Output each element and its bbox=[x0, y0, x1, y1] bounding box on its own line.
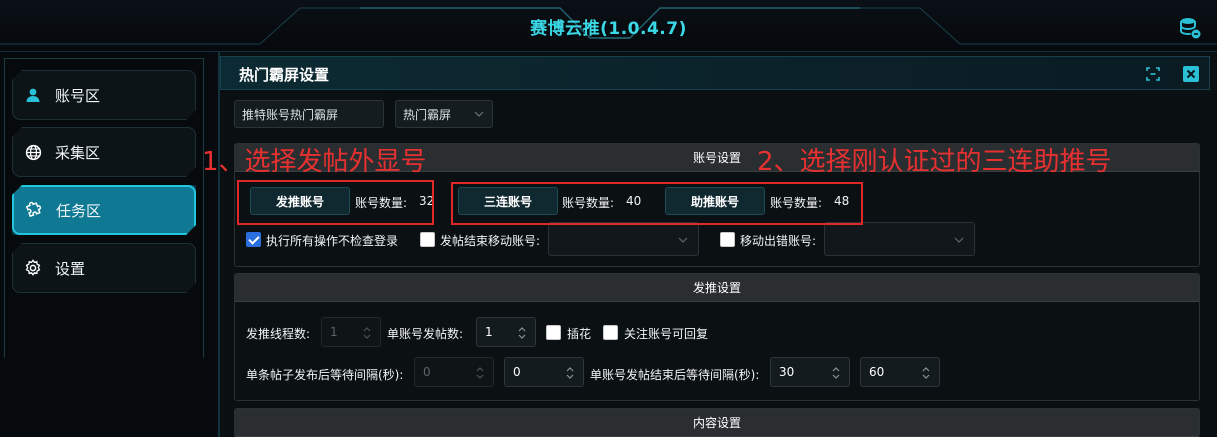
sidebar-item-label: 账号区 bbox=[55, 86, 101, 105]
panel-header: 热门霸屏设置 bbox=[220, 56, 1210, 90]
app-title: 赛博云推(1.0.4.7) bbox=[530, 19, 687, 39]
post-wait-min-value: 0 bbox=[423, 365, 431, 379]
annotation-box-post-account bbox=[237, 180, 434, 225]
close-icon[interactable] bbox=[1183, 66, 1199, 82]
post-settings-header: 发推设置 bbox=[235, 274, 1199, 302]
move-after-post-checkbox[interactable] bbox=[420, 232, 435, 247]
post-wait-min-stepper[interactable]: 0 bbox=[414, 357, 494, 387]
task-type-select[interactable]: 热门霸屏 bbox=[395, 100, 493, 128]
database-icon[interactable] bbox=[1178, 16, 1202, 40]
move-after-post-select[interactable] bbox=[548, 222, 699, 256]
posts-per-account-value: 1 bbox=[485, 325, 493, 339]
stepper-arrows-icon bbox=[518, 327, 526, 339]
threads-stepper[interactable]: 1 bbox=[321, 317, 381, 347]
flower-checkbox[interactable] bbox=[546, 325, 561, 340]
panel-title: 热门霸屏设置 bbox=[239, 66, 330, 84]
task-name-field[interactable]: 推特账号热门霸屏 bbox=[234, 100, 384, 128]
account-wait-min-stepper[interactable]: 30 bbox=[770, 357, 850, 387]
sidebar-item-label: 任务区 bbox=[56, 201, 102, 220]
reply-follow-label: 关注账号可回复 bbox=[624, 327, 709, 341]
globe-icon bbox=[23, 142, 43, 162]
sidebar-item-tasks[interactable]: 任务区 bbox=[12, 185, 196, 235]
annotation-note-2: 2、选择刚认证过的三连助推号 bbox=[757, 147, 1112, 177]
move-after-post-label: 发帖结束移动账号: bbox=[440, 234, 541, 248]
move-error-select[interactable] bbox=[824, 222, 975, 256]
gear-icon bbox=[23, 258, 43, 278]
sidebar-item-accounts[interactable]: 账号区 bbox=[12, 70, 196, 120]
threads-label: 发推线程数: bbox=[246, 327, 311, 341]
sidebar-item-collect[interactable]: 采集区 bbox=[12, 127, 196, 177]
reply-follow-checkbox[interactable] bbox=[603, 325, 618, 340]
restore-icon[interactable] bbox=[1145, 66, 1161, 82]
task-name-value: 推特账号热门霸屏 bbox=[242, 107, 339, 122]
stepper-arrows-icon bbox=[922, 367, 930, 379]
account-wait-max-value: 60 bbox=[869, 365, 885, 379]
post-wait-label: 单条帖子发布后等待间隔(秒): bbox=[246, 368, 404, 382]
skip-login-check-label: 执行所有操作不检查登录 bbox=[266, 234, 399, 248]
content-settings-header[interactable]: 内容设置 bbox=[235, 409, 1199, 437]
stepper-arrows-icon bbox=[832, 367, 840, 379]
chevron-down-icon bbox=[954, 237, 964, 243]
annotation-note-1: 1、选择发帖外显号 bbox=[202, 147, 427, 177]
account-wait-label: 单账号发帖结束后等待间隔(秒): bbox=[590, 368, 760, 382]
chevron-down-icon bbox=[474, 111, 484, 117]
move-error-label: 移动出错账号: bbox=[740, 234, 817, 248]
account-wait-max-stepper[interactable]: 60 bbox=[860, 357, 940, 387]
move-error-checkbox[interactable] bbox=[720, 232, 735, 247]
post-wait-max-stepper[interactable]: 0 bbox=[504, 357, 584, 387]
task-settings-panel: 热门霸屏设置 推特账号热门霸屏 热门霸屏 账号设置 发推账号 账号数量: 32 … bbox=[218, 52, 1217, 437]
account-wait-min-value: 30 bbox=[779, 365, 795, 379]
sidebar: 账号区 采集区 任务区 设置 bbox=[0, 52, 208, 437]
skip-login-check-checkbox[interactable] bbox=[246, 232, 261, 247]
task-type-value: 热门霸屏 bbox=[403, 107, 452, 122]
threads-value: 1 bbox=[330, 325, 338, 339]
user-icon bbox=[23, 85, 43, 105]
posts-per-account-stepper[interactable]: 1 bbox=[476, 317, 536, 347]
sidebar-item-label: 采集区 bbox=[55, 143, 101, 162]
stepper-arrows-icon bbox=[566, 367, 574, 379]
sidebar-item-settings[interactable]: 设置 bbox=[12, 243, 196, 293]
sidebar-item-label: 设置 bbox=[55, 259, 86, 278]
content-settings-group: 内容设置 bbox=[234, 408, 1200, 437]
puzzle-icon bbox=[24, 200, 44, 220]
annotation-box-triple-help bbox=[451, 182, 863, 225]
chevron-down-icon bbox=[678, 237, 688, 243]
post-wait-max-value: 0 bbox=[513, 365, 521, 379]
stepper-arrows-icon bbox=[363, 327, 371, 339]
flower-label: 插花 bbox=[567, 327, 592, 341]
title-bar: 赛博云推(1.0.4.7) bbox=[0, 0, 1217, 52]
posts-per-account-label: 单账号发帖数: bbox=[387, 327, 464, 341]
stepper-arrows-icon bbox=[476, 367, 484, 379]
